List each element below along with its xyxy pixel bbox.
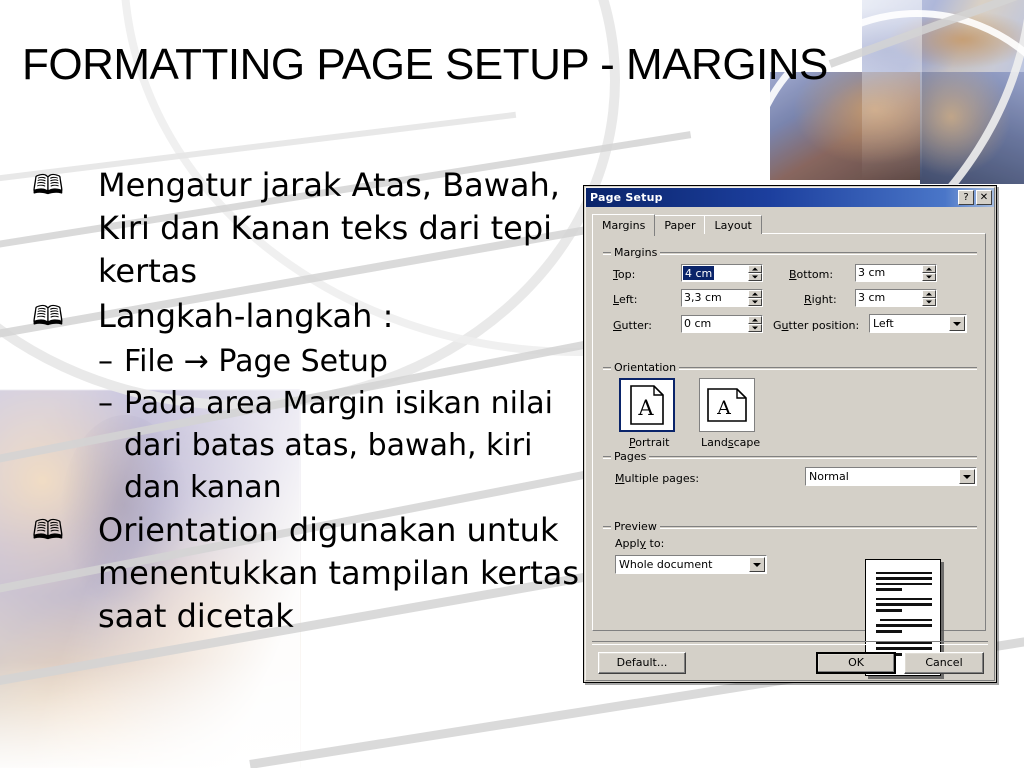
gutter-label: Gutter: bbox=[613, 319, 652, 332]
gutter-spin-buttons[interactable] bbox=[748, 316, 762, 332]
sub-bullet-item-1: – File → Page Setup bbox=[98, 341, 586, 383]
chevron-down-icon[interactable] bbox=[922, 273, 936, 281]
top-margin-label: Top: bbox=[613, 268, 636, 281]
orientation-portrait-option[interactable]: A bbox=[618, 377, 676, 433]
apply-to-select[interactable]: Whole document bbox=[615, 555, 767, 574]
help-icon[interactable]: ? bbox=[958, 190, 974, 205]
tab-paper[interactable]: Paper bbox=[654, 215, 706, 234]
bottom-margin-label: Bottom: bbox=[789, 268, 834, 281]
right-margin-spin-buttons[interactable] bbox=[922, 290, 936, 306]
bullet-item-2-text: Langkah-langkah : bbox=[98, 297, 394, 335]
bullet-item-3: 🕮 Orientation digunakan untuk menentukka… bbox=[26, 509, 586, 638]
apply-to-label: Apply to: bbox=[615, 537, 665, 550]
gutter-value[interactable]: 0 cm bbox=[682, 316, 748, 332]
svg-text:A: A bbox=[716, 397, 731, 419]
bullet-item-2: 🕮 Langkah-langkah : bbox=[26, 295, 586, 339]
top-margin-spin-buttons[interactable] bbox=[748, 265, 762, 281]
dialog-titlebar[interactable]: Page Setup ? ✕ bbox=[586, 188, 994, 207]
svg-text:A: A bbox=[637, 396, 654, 420]
ok-button-label: OK bbox=[848, 656, 864, 669]
top-margin-value[interactable]: 4 cm bbox=[683, 266, 715, 280]
bottom-margin-stepper[interactable]: 3 cm bbox=[855, 264, 937, 282]
default-button-label: Default... bbox=[616, 656, 668, 669]
dash-bullet-icon: – bbox=[98, 344, 113, 379]
preview-group-label: Preview bbox=[611, 520, 660, 533]
chevron-up-icon[interactable] bbox=[748, 316, 762, 324]
orientation-landscape-option[interactable]: A bbox=[699, 378, 755, 432]
gutter-position-label: Gutter position: bbox=[773, 319, 860, 332]
sub-bullet-item-2-text: Pada area Margin isikan nilai dari batas… bbox=[124, 386, 554, 505]
gutter-position-select[interactable]: Left bbox=[869, 314, 967, 333]
chevron-down-icon[interactable] bbox=[749, 557, 765, 572]
close-icon[interactable]: ✕ bbox=[976, 190, 992, 205]
book-bullet-icon: 🕮 bbox=[32, 515, 64, 546]
page-title: FORMATTING PAGE SETUP - MARGINS bbox=[22, 40, 828, 89]
multiple-pages-select[interactable]: Normal bbox=[805, 467, 977, 486]
slide-canvas: FORMATTING PAGE SETUP - MARGINS 🕮 Mengat… bbox=[0, 0, 1024, 768]
dialog-tabs: Margins Paper Layout bbox=[592, 214, 762, 236]
margins-group-label: Margins bbox=[611, 246, 661, 259]
orientation-portrait-label: Portrait bbox=[629, 436, 670, 449]
chevron-down-icon[interactable] bbox=[748, 298, 762, 306]
apply-to-value: Whole document bbox=[619, 558, 713, 571]
slide-body: 🕮 Mengatur jarak Atas, Bawah, Kiri dan K… bbox=[26, 164, 586, 640]
bottom-margin-value[interactable]: 3 cm bbox=[856, 265, 922, 281]
gutter-stepper[interactable]: 0 cm bbox=[681, 315, 763, 333]
chevron-down-icon[interactable] bbox=[949, 316, 965, 331]
left-margin-spin-buttons[interactable] bbox=[748, 290, 762, 306]
sub-bullet-item-1-text: File → Page Setup bbox=[124, 344, 388, 379]
book-bullet-icon: 🕮 bbox=[32, 170, 64, 201]
cancel-button-label: Cancel bbox=[925, 656, 963, 669]
dialog-title: Page Setup bbox=[590, 191, 663, 204]
top-margin-stepper[interactable]: 4 cm bbox=[681, 264, 763, 282]
chevron-down-icon[interactable] bbox=[959, 469, 975, 484]
page-setup-dialog: Page Setup ? ✕ Margins Paper Layout Marg… bbox=[583, 185, 997, 683]
left-margin-stepper[interactable]: 3,3 cm bbox=[681, 289, 763, 307]
sub-bullet-item-2: – Pada area Margin isikan nilai dari bat… bbox=[98, 383, 586, 509]
ok-button[interactable]: OK bbox=[816, 652, 896, 674]
chevron-down-icon[interactable] bbox=[922, 298, 936, 306]
left-margin-label: Left: bbox=[613, 293, 638, 306]
margins-tab-panel: Margins Top: 4 cm Bottom: 3 cm Left: 3,3… bbox=[592, 233, 986, 676]
cancel-button[interactable]: Cancel bbox=[904, 652, 984, 674]
dash-bullet-icon: – bbox=[98, 386, 113, 421]
book-bullet-icon: 🕮 bbox=[32, 301, 64, 332]
chevron-up-icon[interactable] bbox=[922, 290, 936, 298]
dialog-separator bbox=[592, 641, 988, 645]
pages-group-label: Pages bbox=[611, 450, 650, 463]
right-margin-value[interactable]: 3 cm bbox=[856, 290, 922, 306]
chevron-up-icon[interactable] bbox=[748, 265, 762, 273]
gutter-position-value: Left bbox=[873, 317, 894, 330]
multiple-pages-value: Normal bbox=[809, 470, 849, 483]
bullet-item-1: 🕮 Mengatur jarak Atas, Bawah, Kiri dan K… bbox=[26, 164, 586, 293]
right-margin-stepper[interactable]: 3 cm bbox=[855, 289, 937, 307]
chevron-up-icon[interactable] bbox=[922, 265, 936, 273]
default-button[interactable]: Default... bbox=[598, 652, 686, 674]
tab-layout[interactable]: Layout bbox=[704, 215, 762, 234]
portrait-page-icon: A bbox=[630, 385, 664, 425]
chevron-up-icon[interactable] bbox=[748, 290, 762, 298]
tab-margins[interactable]: Margins bbox=[592, 214, 656, 236]
landscape-page-icon: A bbox=[707, 388, 747, 422]
top-margin-input-rest[interactable] bbox=[714, 265, 748, 281]
right-margin-label: Right: bbox=[804, 293, 837, 306]
orientation-landscape-label: Landscape bbox=[701, 436, 761, 449]
bottom-margin-spin-buttons[interactable] bbox=[922, 265, 936, 281]
bullet-item-1-text: Mengatur jarak Atas, Bawah, Kiri dan Kan… bbox=[98, 166, 560, 290]
bullet-item-3-text: Orientation digunakan untuk menentukkan … bbox=[98, 511, 580, 635]
orientation-group-label: Orientation bbox=[611, 361, 680, 374]
chevron-down-icon[interactable] bbox=[748, 273, 762, 281]
multiple-pages-label: Multiple pages: bbox=[615, 472, 700, 485]
left-margin-value[interactable]: 3,3 cm bbox=[682, 290, 748, 306]
chevron-down-icon[interactable] bbox=[748, 324, 762, 332]
